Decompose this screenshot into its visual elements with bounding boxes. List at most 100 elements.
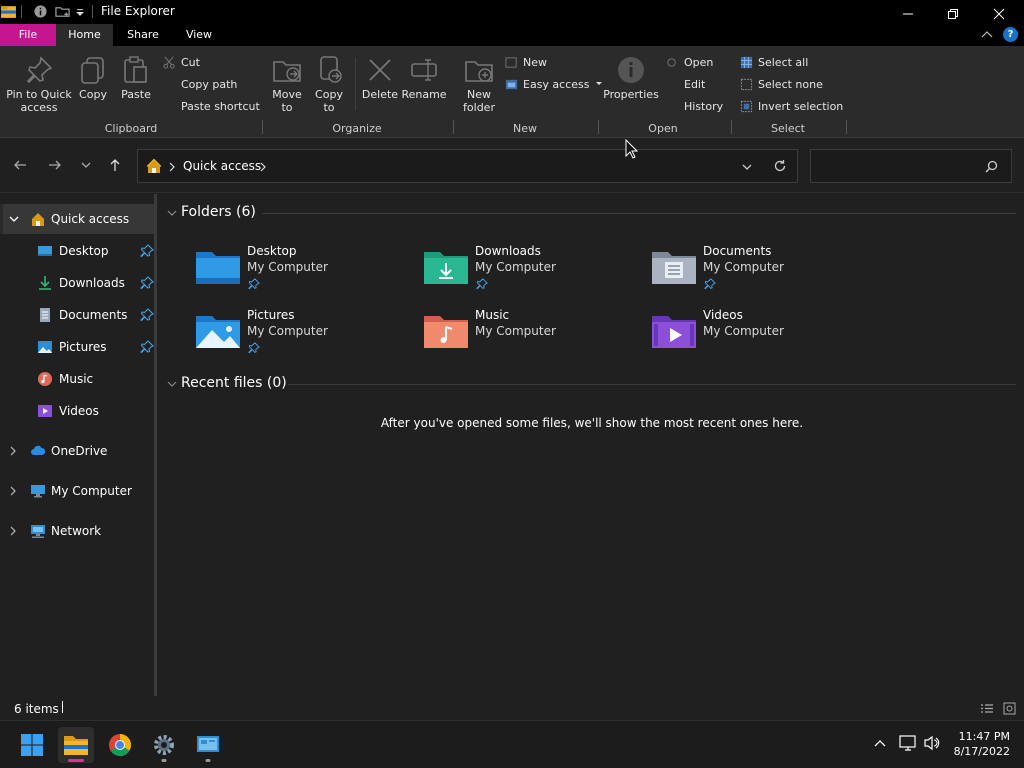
customize-quick-access-icon[interactable] [75,4,85,19]
nav-network[interactable]: Network [0,516,154,546]
copy-to-button[interactable]: Copy to [313,54,345,114]
collapse-ribbon-icon[interactable] [981,29,993,41]
section-divider [288,384,1016,385]
nav-item-music[interactable]: Music [0,364,154,394]
windows-logo-icon [21,734,43,756]
nav-quick-access[interactable]: Quick access [0,204,154,234]
address-bar[interactable]: Quick access [137,149,798,183]
nav-item-downloads[interactable]: Downloads [0,268,154,298]
nav-item-desktop[interactable]: Desktop [0,236,154,266]
taskbar-chrome[interactable] [102,727,138,763]
folder-tile-music[interactable]: Music My Computer [388,308,598,364]
chevron-down-icon[interactable] [9,214,19,224]
rename-button[interactable]: Rename [401,54,447,101]
folder-tile-videos[interactable]: Videos My Computer [616,308,826,364]
paste-label: Paste [121,88,151,101]
easy-access-button[interactable]: Easy access [505,76,603,92]
delete-x-icon [369,59,391,81]
copy-path-button[interactable]: Copy path [163,76,237,92]
up-button[interactable] [103,153,127,177]
show-hidden-icons-button[interactable] [870,733,890,753]
chevron-right-icon[interactable] [9,526,17,536]
open-button[interactable]: Open [666,54,713,70]
chevron-right-icon[interactable] [9,446,17,456]
tab-share[interactable]: Share [113,24,173,46]
breadcrumb-quick-access[interactable]: Quick access [183,159,261,173]
recent-files-section-header[interactable]: Recent files (0) [160,373,1024,395]
pin-icon[interactable] [140,308,154,322]
select-none-button[interactable]: Select none [740,76,823,92]
chevron-right-icon[interactable] [9,486,17,496]
properties-button[interactable]: Properties [603,54,659,101]
taskbar: 11:47 PM 8/17/2022 [0,720,1024,768]
tab-file[interactable]: File [0,24,56,46]
edit-icon [666,78,679,91]
help-icon[interactable]: ? [1003,27,1018,42]
pin-icon[interactable] [140,276,154,290]
taskbar-control-panel[interactable] [190,727,226,763]
pin-icon[interactable] [140,340,154,354]
pin-icon [26,56,53,84]
cut-button[interactable]: Cut [163,54,200,70]
paste-shortcut-button[interactable]: Paste shortcut [163,98,260,114]
folder-name: Videos [703,308,743,322]
large-icons-view-icon[interactable] [1003,702,1016,715]
nav-item-videos[interactable]: Videos [0,396,154,426]
history-label: History [684,99,724,113]
delete-button[interactable]: Delete [362,54,398,101]
nav-item-documents[interactable]: Documents [0,300,154,330]
folder-tile-pictures[interactable]: Pictures My Computer [160,308,370,364]
network-status-button[interactable] [898,733,918,753]
folder-tile-downloads[interactable]: Downloads My Computer [388,244,598,300]
nav-onedrive[interactable]: OneDrive [0,436,154,466]
nav-item-label: Desktop [59,244,109,258]
breadcrumb-chevron-icon[interactable] [259,162,267,172]
pin-to-quick-access-button[interactable]: Pin to Quick access [6,54,72,114]
control-panel-icon [197,736,219,752]
search-box[interactable] [810,149,1012,183]
copy-button[interactable]: Copy [77,54,109,101]
tab-view[interactable]: View [173,24,225,46]
folders-section-title: Folders (6) [181,204,256,220]
new-folder-quick-icon[interactable] [55,4,70,19]
folders-section-header[interactable]: Folders (6) [160,202,1024,224]
select-all-button[interactable]: Select all [740,54,808,70]
new-item-button[interactable]: New [505,54,547,70]
history-button[interactable]: History [666,98,723,114]
address-dropdown-icon[interactable] [741,161,753,173]
system-clock[interactable]: 11:47 PM 8/17/2022 [954,729,1010,759]
search-icon[interactable] [985,160,998,173]
details-view-icon[interactable] [980,703,993,714]
pin-icon[interactable] [140,244,154,258]
nav-item-pictures[interactable]: Pictures [0,332,154,362]
folder-tile-desktop[interactable]: Desktop My Computer [160,244,370,300]
chevron-down-icon[interactable] [166,378,178,390]
properties-quick-icon[interactable] [33,4,48,19]
nav-quick-access-label: Quick access [51,212,130,226]
pin-icon [704,278,716,290]
forward-button[interactable] [43,153,67,177]
invert-selection-button[interactable]: Invert selection [740,98,843,114]
chevron-down-icon[interactable] [166,207,178,219]
group-label-organize: Organize [332,122,382,135]
tab-home[interactable]: Home [56,24,113,46]
start-button[interactable] [14,727,50,763]
refresh-icon[interactable] [773,159,787,173]
folder-location: My Computer [703,260,784,274]
copy-icon [81,57,104,84]
taskbar-file-explorer[interactable] [58,727,94,763]
volume-button[interactable] [922,733,942,753]
breadcrumb-chevron-icon [169,162,175,172]
edit-button[interactable]: Edit [666,76,705,92]
file-explorer-app-icon[interactable] [0,3,17,20]
close-icon [993,8,1005,20]
file-explorer-taskbar-icon [64,736,88,755]
taskbar-settings[interactable] [146,727,182,763]
move-to-button[interactable]: Move to [271,54,303,114]
folder-tile-documents[interactable]: Documents My Computer [616,244,826,300]
back-button[interactable] [8,153,32,177]
new-folder-button[interactable]: New folder [460,54,498,114]
nav-my-computer[interactable]: My Computer [0,476,154,506]
paste-button[interactable]: Paste [120,54,152,101]
recent-locations-button[interactable] [74,153,98,177]
